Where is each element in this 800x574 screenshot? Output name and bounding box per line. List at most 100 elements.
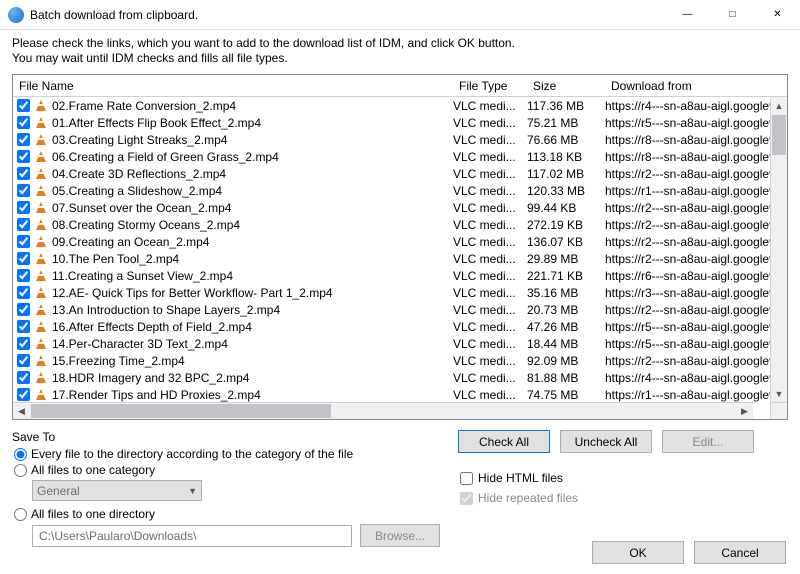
app-icon	[8, 7, 24, 23]
col-header-type[interactable]: File Type	[453, 79, 527, 93]
file-type: VLC medi...	[453, 388, 527, 402]
radio-every-file-input[interactable]	[14, 448, 27, 461]
table-row[interactable]: 11.Creating a Sunset View_2.mp4 VLC medi.…	[13, 267, 787, 284]
table-row[interactable]: 05.Creating a Slideshow_2.mp4VLC medi...…	[13, 182, 787, 199]
row-checkbox[interactable]	[17, 184, 30, 197]
save-to-panel: Save To Every file to the directory acco…	[12, 430, 440, 547]
scroll-up-icon[interactable]: ▲	[771, 97, 787, 114]
row-checkbox[interactable]	[17, 269, 30, 282]
file-size: 113.18 KB	[527, 150, 605, 164]
file-list: File Name File Type Size Download from 0…	[12, 74, 788, 420]
close-button[interactable]: ✕	[755, 0, 800, 30]
radio-one-category-input[interactable]	[14, 464, 27, 477]
row-checkbox[interactable]	[17, 354, 30, 367]
row-checkbox[interactable]	[17, 150, 30, 163]
col-header-name[interactable]: File Name	[13, 79, 453, 93]
file-url: https://r2---sn-a8au-aigl.googlevid	[605, 201, 787, 215]
row-checkbox[interactable]	[17, 388, 30, 401]
row-checkbox[interactable]	[17, 252, 30, 265]
radio-one-directory[interactable]: All files to one directory	[12, 507, 440, 521]
path-input[interactable]: C:\Users\Paularo\Downloads\	[32, 525, 352, 547]
vlc-icon	[34, 235, 48, 249]
file-url: https://r2---sn-a8au-aigl.googlevid	[605, 218, 787, 232]
table-row[interactable]: 13.An Introduction to Shape Layers_2.mp4…	[13, 301, 787, 318]
minimize-button[interactable]: —	[665, 0, 710, 30]
file-type: VLC medi...	[453, 201, 527, 215]
radio-one-category[interactable]: All files to one category	[12, 463, 440, 477]
table-row[interactable]: 14.Per-Character 3D Text_2.mp4VLC medi..…	[13, 335, 787, 352]
file-type: VLC medi...	[453, 150, 527, 164]
row-checkbox[interactable]	[17, 337, 30, 350]
radio-one-directory-label: All files to one directory	[31, 507, 155, 521]
table-row[interactable]: 08.Creating Stormy Oceans_2.mp4VLC medi.…	[13, 216, 787, 233]
file-url: https://r2---sn-a8au-aigl.googlevid	[605, 167, 787, 181]
hide-repeated-label: Hide repeated files	[478, 491, 578, 505]
table-row[interactable]: 06.Creating a Field of Green Grass_2.mp4…	[13, 148, 787, 165]
horizontal-scrollbar[interactable]: ◀ ▶	[13, 402, 753, 419]
row-checkbox[interactable]	[17, 99, 30, 112]
table-row[interactable]: 10.The Pen Tool_2.mp4VLC medi...29.89 MB…	[13, 250, 787, 267]
col-header-from[interactable]: Download from	[605, 79, 769, 93]
file-size: 76.66 MB	[527, 133, 605, 147]
save-to-heading: Save To	[12, 430, 440, 444]
row-checkbox[interactable]	[17, 320, 30, 333]
hscroll-thumb[interactable]	[31, 404, 331, 418]
ok-button[interactable]: OK	[592, 541, 684, 564]
file-name: 08.Creating Stormy Oceans_2.mp4	[52, 218, 240, 232]
file-type: VLC medi...	[453, 133, 527, 147]
vlc-icon	[34, 201, 48, 215]
cancel-button[interactable]: Cancel	[694, 541, 786, 564]
list-header[interactable]: File Name File Type Size Download from	[13, 75, 787, 97]
vlc-icon	[34, 269, 48, 283]
hide-html-checkbox[interactable]: Hide HTML files	[458, 471, 788, 485]
edit-button[interactable]: Edit...	[662, 430, 754, 453]
file-name: 01.After Effects Flip Book Effect_2.mp4	[52, 116, 261, 130]
row-checkbox[interactable]	[17, 167, 30, 180]
table-row[interactable]: 15.Freezing Time_2.mp4VLC medi...92.09 M…	[13, 352, 787, 369]
file-type: VLC medi...	[453, 354, 527, 368]
row-checkbox[interactable]	[17, 133, 30, 146]
table-row[interactable]: 17.Render Tips and HD Proxies_2.mp4VLC m…	[13, 386, 787, 402]
hide-html-input[interactable]	[460, 472, 473, 485]
table-row[interactable]: 09.Creating an Ocean_2.mp4VLC medi...136…	[13, 233, 787, 250]
radio-every-file[interactable]: Every file to the directory according to…	[12, 447, 440, 461]
check-all-button[interactable]: Check All	[458, 430, 550, 453]
row-checkbox[interactable]	[17, 303, 30, 316]
browse-button[interactable]: Browse...	[360, 524, 440, 547]
scroll-down-icon[interactable]: ▼	[771, 385, 787, 402]
vscroll-thumb[interactable]	[772, 115, 786, 155]
table-row[interactable]: 01.After Effects Flip Book Effect_2.mp4V…	[13, 114, 787, 131]
row-checkbox[interactable]	[17, 116, 30, 129]
file-size: 18.44 MB	[527, 337, 605, 351]
file-type: VLC medi...	[453, 303, 527, 317]
file-name: 03.Creating Light Streaks_2.mp4	[52, 133, 227, 147]
vlc-icon	[34, 218, 48, 232]
file-url: https://r8---sn-a8au-aigl.googlevid	[605, 150, 787, 164]
file-url: https://r1---sn-a8au-aigl.googlevid	[605, 388, 787, 402]
row-checkbox[interactable]	[17, 218, 30, 231]
row-checkbox[interactable]	[17, 235, 30, 248]
row-checkbox[interactable]	[17, 201, 30, 214]
scroll-right-icon[interactable]: ▶	[736, 403, 753, 419]
row-checkbox[interactable]	[17, 371, 30, 384]
category-value: General	[37, 484, 80, 498]
col-header-size[interactable]: Size	[527, 79, 605, 93]
file-type: VLC medi...	[453, 337, 527, 351]
file-type: VLC medi...	[453, 269, 527, 283]
table-row[interactable]: 03.Creating Light Streaks_2.mp4 VLC medi.…	[13, 131, 787, 148]
table-row[interactable]: 02.Frame Rate Conversion_2.mp4VLC medi..…	[13, 97, 787, 114]
category-combo[interactable]: General ▼	[32, 480, 202, 501]
vertical-scrollbar[interactable]: ▲ ▼	[770, 97, 787, 402]
table-row[interactable]: 12.AE- Quick Tips for Better Workflow- P…	[13, 284, 787, 301]
table-row[interactable]: 18.HDR Imagery and 32 BPC_2.mp4VLC medi.…	[13, 369, 787, 386]
row-checkbox[interactable]	[17, 286, 30, 299]
radio-one-directory-input[interactable]	[14, 508, 27, 521]
uncheck-all-button[interactable]: Uncheck All	[560, 430, 652, 453]
file-name: 11.Creating a Sunset View_2.mp4	[52, 269, 233, 283]
table-row[interactable]: 04.Create 3D Reflections_2.mp4VLC medi..…	[13, 165, 787, 182]
maximize-button[interactable]: □	[710, 0, 755, 30]
table-row[interactable]: 16.After Effects Depth of Field_2.mp4VLC…	[13, 318, 787, 335]
table-row[interactable]: 07.Sunset over the Ocean_2.mp4VLC medi..…	[13, 199, 787, 216]
file-url: https://r2---sn-a8au-aigl.googlevid	[605, 252, 787, 266]
scroll-left-icon[interactable]: ◀	[13, 403, 30, 419]
